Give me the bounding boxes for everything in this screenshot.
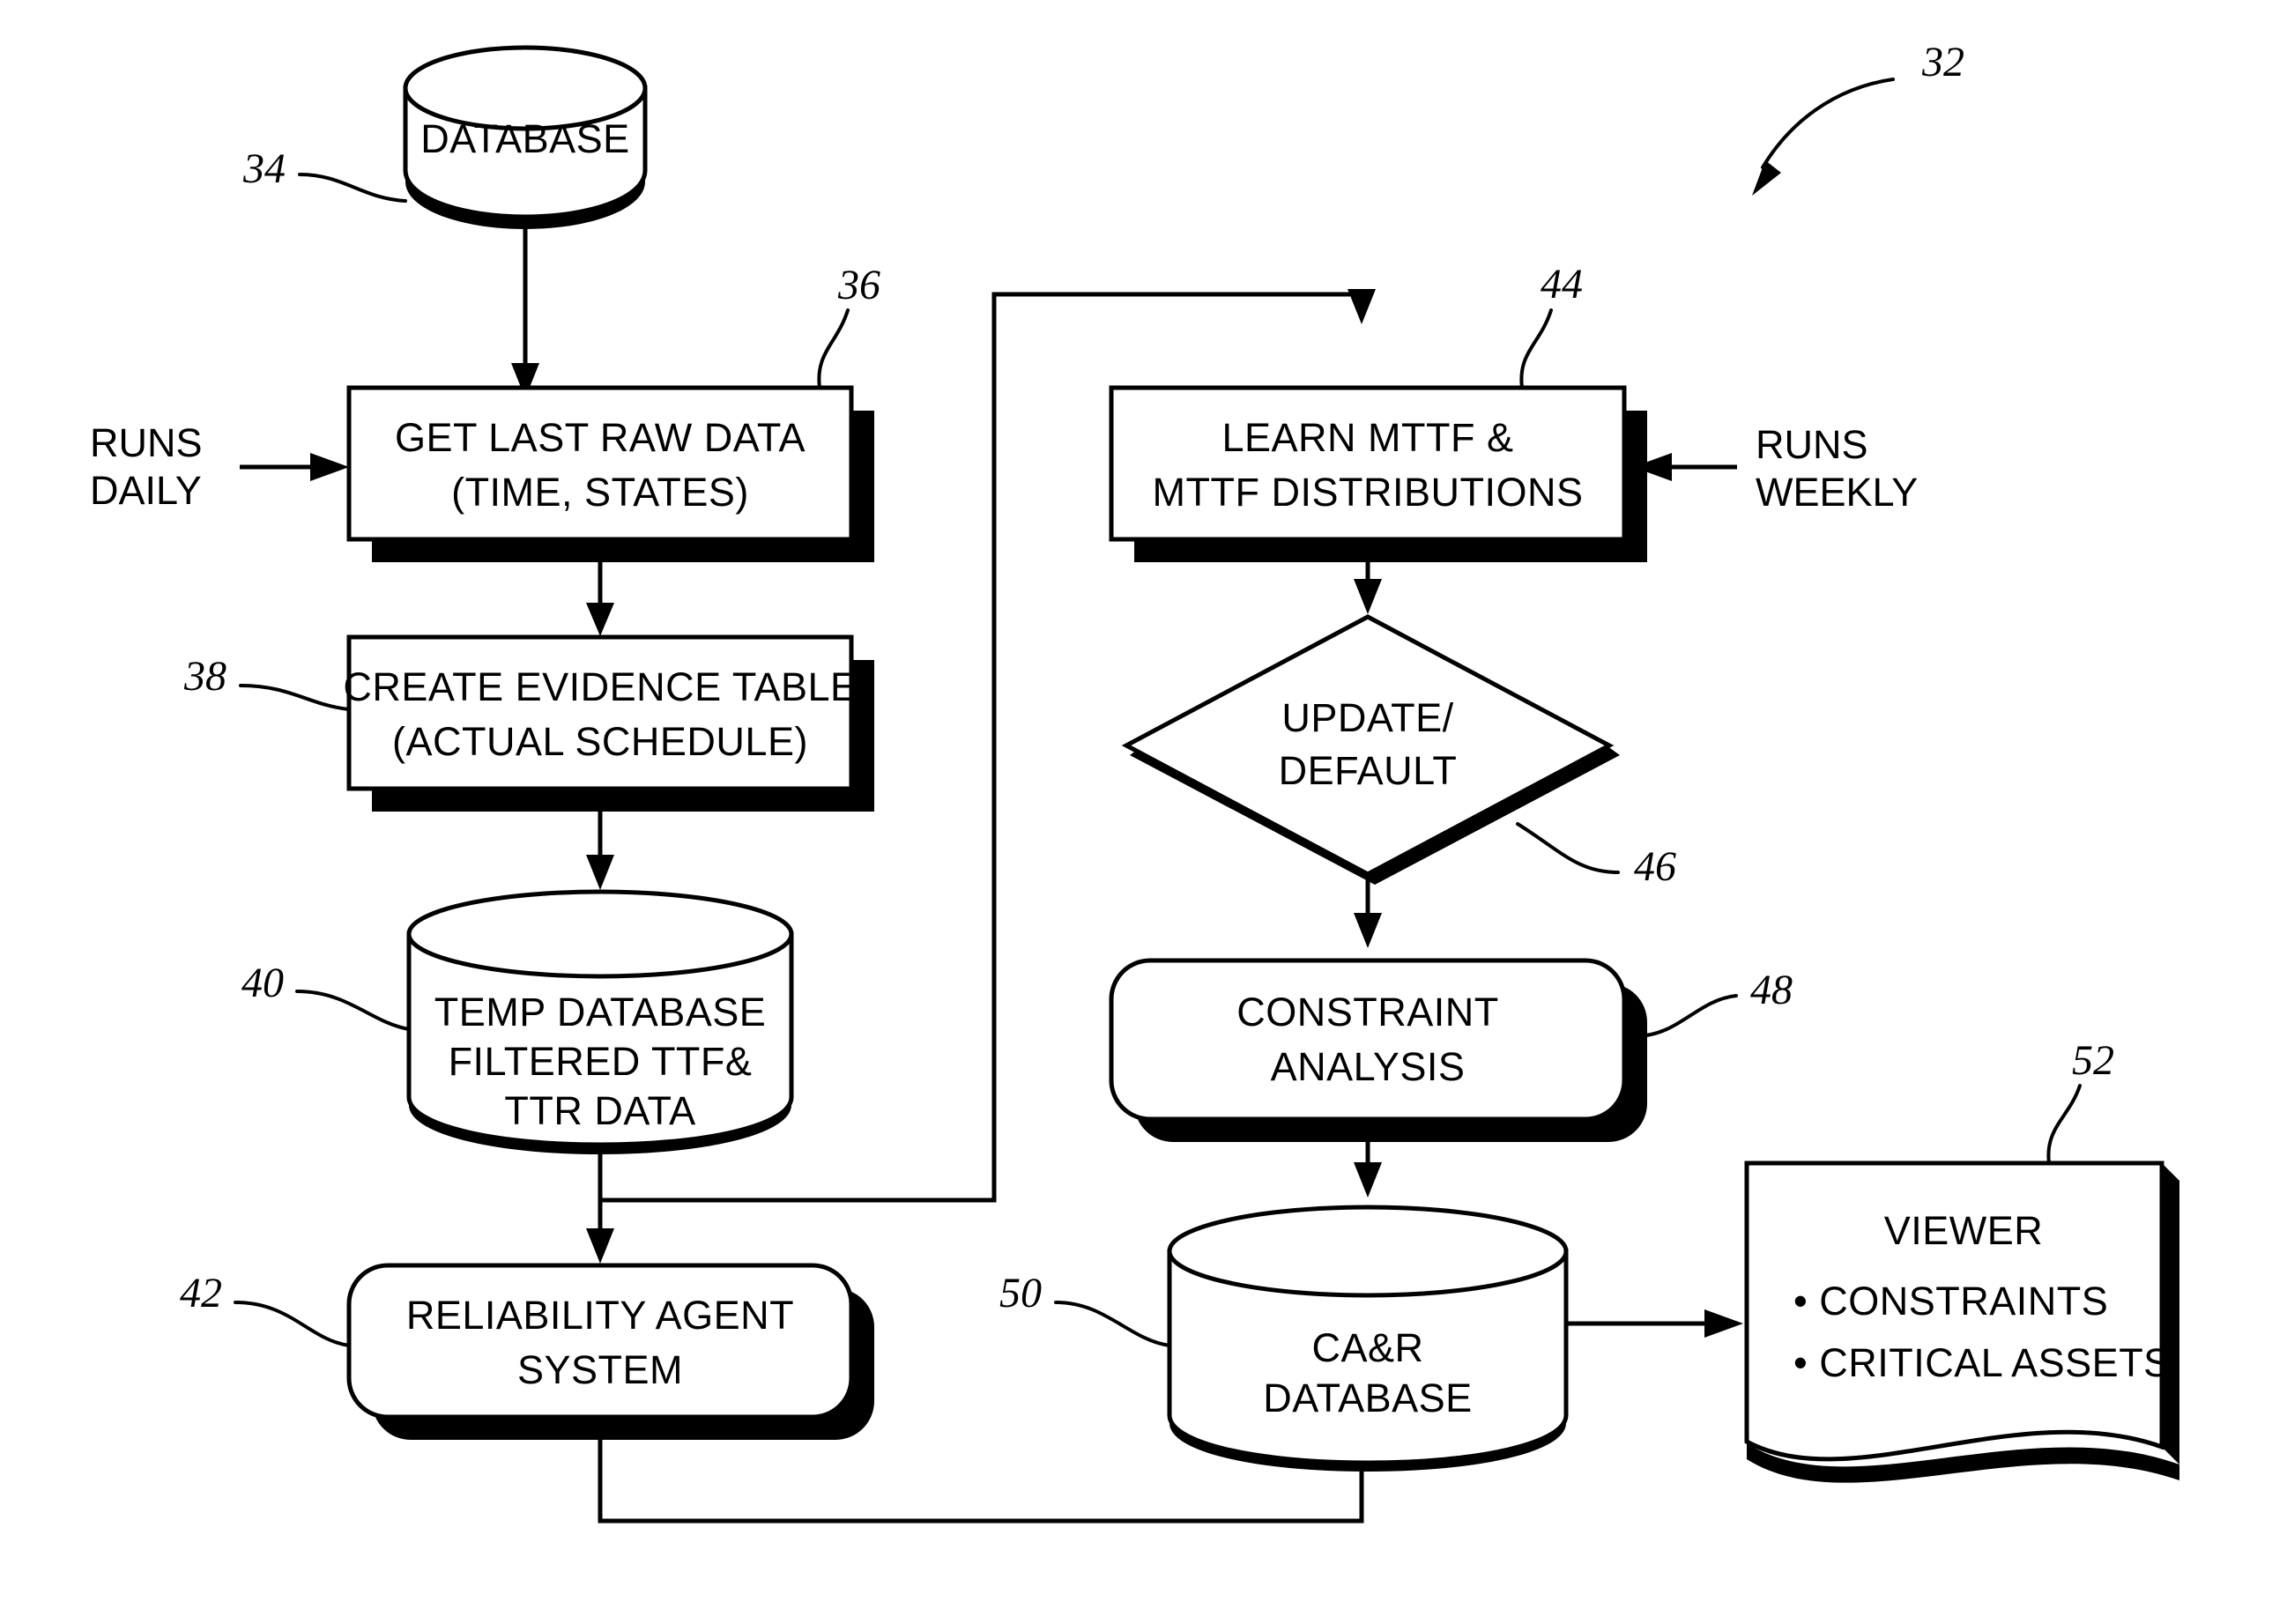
car-db-line2: DATABASE <box>1263 1376 1472 1420</box>
figure-ref-label: 32 <box>1921 39 1964 85</box>
arrow-database-to-get-raw-data <box>511 226 539 398</box>
decision-line1: UPDATE/ <box>1281 695 1453 740</box>
ref-label-46: 46 <box>1634 843 1676 890</box>
leader-40: 40 <box>241 960 411 1031</box>
create-evidence-line2: (ACTUAL SCHEDULE) <box>392 719 808 764</box>
ref-label-38: 38 <box>183 653 226 700</box>
ref-label-34: 34 <box>242 145 286 192</box>
decision-line2: DEFAULT <box>1279 748 1458 793</box>
arrow-create-evidence-to-temp-db <box>586 801 614 890</box>
constraint-analysis-line1: CONSTRAINT <box>1236 990 1499 1034</box>
arrow-get-raw-to-create-evidence <box>586 552 614 636</box>
ref-label-50: 50 <box>999 1270 1042 1316</box>
node-learn-mttf[interactable]: LEARN MTTF & MTTF DISTRIBUTIONS <box>1109 385 1647 562</box>
ref-label-52: 52 <box>2072 1037 2114 1084</box>
temp-db-line2: FILTERED TTF& <box>449 1039 753 1084</box>
figure-reference-32: 32 <box>1752 39 1964 196</box>
viewer-bullet-1: • CONSTRAINTS <box>1793 1279 2108 1324</box>
viewer-title: VIEWER <box>1884 1208 2044 1253</box>
leader-42: 42 <box>180 1270 351 1347</box>
temp-db-line1: TEMP DATABASE <box>434 990 767 1034</box>
node-viewer[interactable]: VIEWER • CONSTRAINTS • CRITICAL ASSETS <box>1744 1161 2179 1483</box>
learn-mttf-line1: LEARN MTTF & <box>1221 415 1513 460</box>
ref-label-44: 44 <box>1541 261 1583 308</box>
annotation-runs-weekly: RUNS WEEKLY <box>1633 422 1918 515</box>
learn-mttf-line2: MTTF DISTRIBUTIONS <box>1153 470 1584 515</box>
arrow-temp-db-to-reliability-agent <box>586 1154 614 1264</box>
arrow-car-db-to-viewer <box>1566 1309 1743 1338</box>
leader-34: 34 <box>242 145 407 203</box>
leader-50: 50 <box>999 1270 1171 1347</box>
ref-label-36: 36 <box>837 262 880 308</box>
temp-db-line3: TTR DATA <box>504 1088 695 1133</box>
patent-figure-diagram: 32 DATABASE 34 GET LAST RAW DATA (TIME, … <box>0 0 2272 1624</box>
constraint-analysis-line2: ANALYSIS <box>1271 1044 1466 1089</box>
leader-36: 36 <box>817 262 880 389</box>
get-raw-data-line1: GET LAST RAW DATA <box>395 415 806 460</box>
runs-daily-line2: DAILY <box>90 468 202 513</box>
ref-label-42: 42 <box>180 1270 222 1316</box>
ref-label-40: 40 <box>241 960 284 1006</box>
ref-label-48: 48 <box>1750 967 1793 1013</box>
node-reliability-agent-system[interactable]: RELIABILITY AGENT SYSTEM <box>346 1263 874 1440</box>
node-car-database[interactable]: CA&R DATABASE <box>1167 1205 1569 1472</box>
leader-52: 52 <box>2046 1037 2114 1165</box>
node-constraint-analysis[interactable]: CONSTRAINT ANALYSIS <box>1109 958 1647 1142</box>
leader-46: 46 <box>1516 822 1676 890</box>
node-create-evidence-table[interactable]: CREATE EVIDENCE TABLE (ACTUAL SCHEDULE) <box>343 634 874 812</box>
runs-weekly-line1: RUNS <box>1756 422 1868 467</box>
car-db-line1: CA&R <box>1311 1325 1423 1370</box>
create-evidence-line1: CREATE EVIDENCE TABLE <box>343 664 857 709</box>
leader-44: 44 <box>1519 261 1583 389</box>
flowchart-canvas: 32 DATABASE 34 GET LAST RAW DATA (TIME, … <box>90 39 2179 1524</box>
node-database[interactable]: DATABASE <box>403 45 648 229</box>
runs-weekly-line2: WEEKLY <box>1756 470 1918 515</box>
leader-48: 48 <box>1633 967 1793 1038</box>
runs-daily-line1: RUNS <box>90 420 203 465</box>
viewer-bullet-2: • CRITICAL ASSETS <box>1793 1340 2171 1385</box>
node-temp-database[interactable]: TEMP DATABASE FILTERED TTF& TTR DATA <box>406 889 794 1154</box>
reliability-agent-line1: RELIABILITY AGENT <box>406 1293 794 1338</box>
annotation-runs-daily: RUNS DAILY <box>90 420 349 513</box>
get-raw-data-line2: (TIME, STATES) <box>451 470 749 515</box>
reliability-agent-line2: SYSTEM <box>517 1347 683 1392</box>
leader-38: 38 <box>183 653 351 711</box>
arrow-decision-to-constraint-analysis <box>1354 878 1382 948</box>
database-label: DATABASE <box>420 116 629 161</box>
node-get-last-raw-data[interactable]: GET LAST RAW DATA (TIME, STATES) <box>346 385 874 562</box>
